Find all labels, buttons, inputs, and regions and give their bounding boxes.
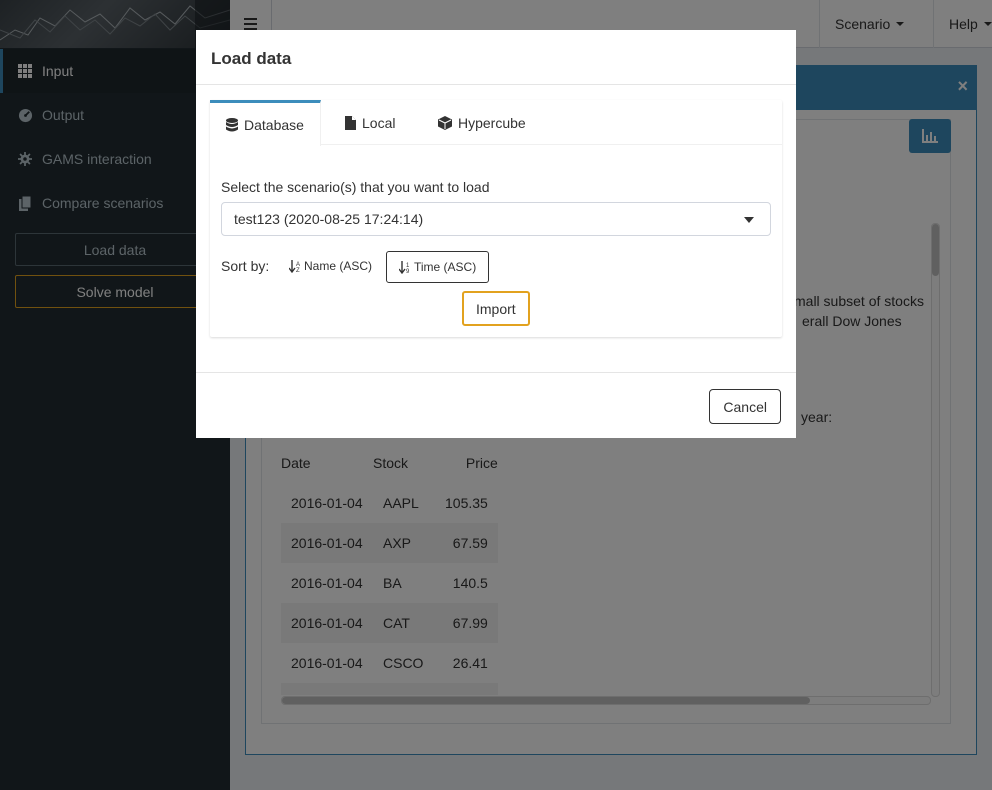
modal-title: Load data [196, 30, 796, 85]
load-data-modal: Load data Database Local Hypercube Selec… [196, 30, 796, 438]
file-icon [345, 115, 356, 130]
database-icon [226, 117, 238, 132]
tab-database[interactable]: Database [210, 100, 321, 146]
sort-by-time-button[interactable]: 19 Time (ASC) [386, 251, 490, 283]
sort-by-time-label: Time (ASC) [414, 260, 477, 274]
modal-footer: Cancel [196, 372, 796, 438]
tab-local[interactable]: Local [329, 100, 411, 145]
sort-by-name-button[interactable]: AZ Name (ASC) [276, 250, 385, 282]
svg-text:Z: Z [296, 268, 300, 273]
sort-alpha-icon: AZ [289, 259, 301, 273]
scenario-select-label: Select the scenario(s) that you want to … [221, 179, 490, 195]
svg-text:9: 9 [406, 269, 410, 274]
tab-label: Hypercube [458, 114, 526, 131]
scenario-select-value: test123 (2020-08-25 17:24:14) [234, 211, 424, 227]
tab-label: Database [244, 116, 304, 133]
sort-numeric-icon: 19 [399, 260, 411, 274]
load-source-tabs: Database Local Hypercube Select the scen… [210, 100, 782, 337]
sort-by-name-label: Name (ASC) [304, 259, 373, 273]
tab-hypercube[interactable]: Hypercube [422, 100, 542, 145]
scenario-select[interactable]: test123 (2020-08-25 17:24:14) [221, 202, 771, 236]
sort-by-label: Sort by: [221, 258, 270, 274]
tab-label: Local [362, 114, 396, 131]
import-button[interactable]: Import [462, 291, 530, 326]
cube-icon [438, 115, 452, 130]
cancel-button[interactable]: Cancel [709, 389, 781, 424]
caret-down-icon [744, 217, 754, 223]
tab-bar: Database Local Hypercube [210, 100, 782, 146]
